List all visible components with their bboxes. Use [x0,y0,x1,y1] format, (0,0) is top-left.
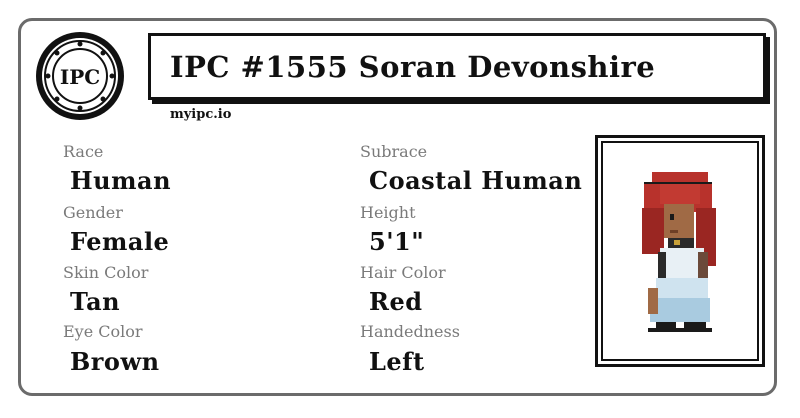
subrace-value: Coastal Human [369,166,583,195]
skin-color-label: Skin Color [63,263,149,282]
height-value: 5'1" [369,227,425,256]
card-title: IPC #1555 Soran Devonshire [170,50,656,84]
skin-color-value: Tan [70,287,121,316]
character-portrait [642,172,716,332]
gender-label: Gender [63,203,123,222]
race-value: Human [70,166,172,195]
handedness-label: Handedness [360,322,460,341]
gender-value: Female [70,227,170,256]
seal-text: IPC [60,65,100,89]
hair-color-value: Red [369,287,423,316]
hair-color-label: Hair Color [360,263,446,282]
ipc-seal-logo: IPC [36,32,124,120]
eye-color-value: Brown [70,347,160,376]
site-link[interactable]: myipc.io [170,107,231,122]
height-label: Height [360,203,416,222]
eye-color-label: Eye Color [63,322,143,341]
race-label: Race [63,142,104,161]
subrace-label: Subrace [360,142,428,161]
handedness-value: Left [369,347,425,376]
